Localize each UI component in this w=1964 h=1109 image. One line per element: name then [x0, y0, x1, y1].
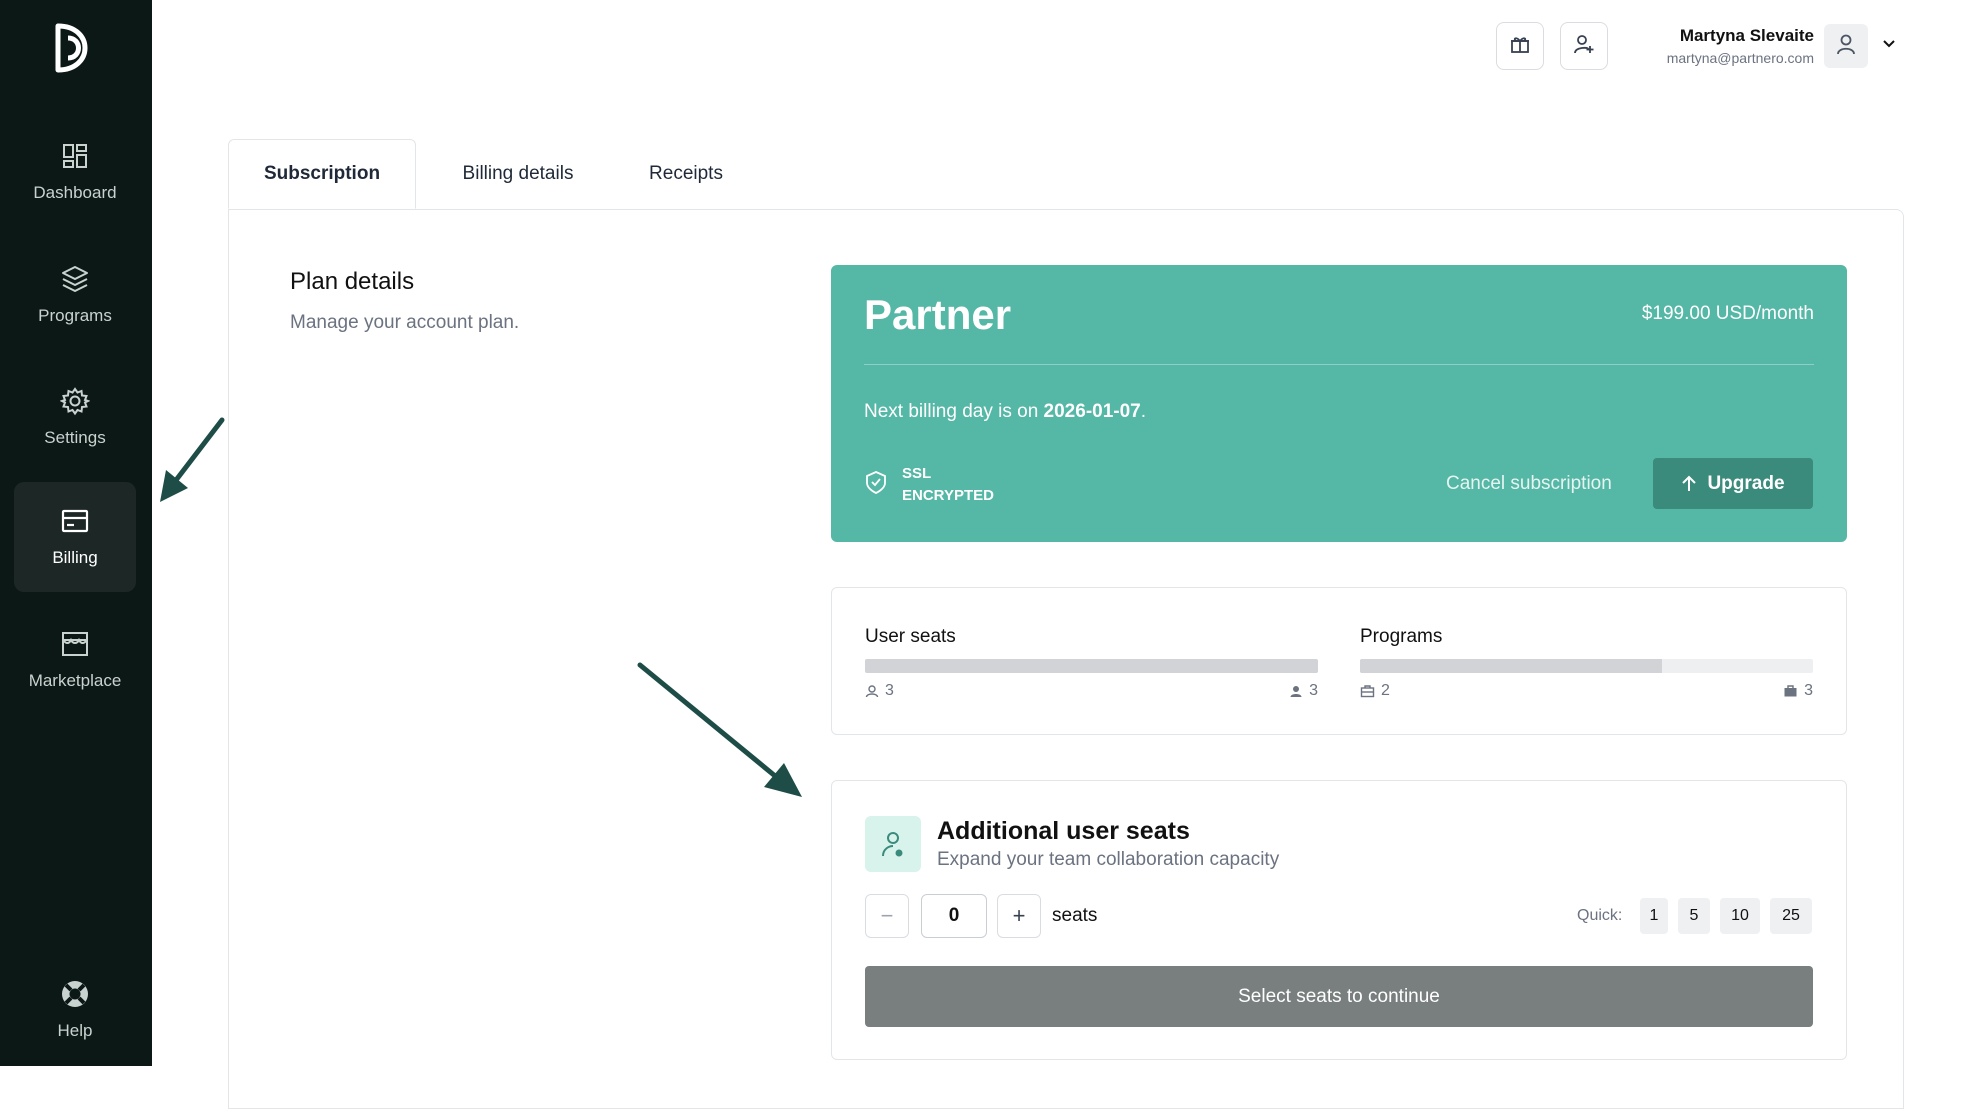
progress-bar — [865, 659, 1318, 673]
sidebar-item-programs[interactable]: Programs — [14, 240, 136, 350]
gift-button[interactable] — [1496, 22, 1544, 70]
store-icon — [60, 629, 90, 659]
chevron-down-icon[interactable] — [1882, 36, 1896, 54]
sidebar-item-label: Programs — [38, 306, 112, 325]
plan-price: $199.00 USD/month — [1641, 303, 1814, 324]
sidebar-item-label: Billing — [52, 548, 98, 567]
usage-label: Programs — [1360, 626, 1443, 647]
programs-usage: Programs 2 3 — [1360, 626, 1813, 700]
avatar[interactable] — [1824, 24, 1868, 68]
sidebar-item-label: Marketplace — [28, 671, 122, 690]
sidebar-item-label: Dashboard — [33, 183, 117, 202]
continue-button[interactable]: Select seats to continue — [865, 966, 1813, 1027]
card-subtitle: Expand your team collaboration capacity — [937, 849, 1280, 870]
progress-fill — [1360, 659, 1662, 673]
increment-button[interactable]: + — [997, 894, 1041, 938]
user-icon — [1836, 33, 1856, 60]
tab-receipts[interactable]: Receipts — [616, 139, 756, 209]
sidebar-item-help[interactable]: Help — [14, 955, 136, 1065]
billing-icon — [60, 506, 90, 536]
programs-used: 2 — [1381, 682, 1390, 699]
usage-card: User seats 3 3 Programs 2 3 — [831, 587, 1847, 735]
sidebar: Dashboard Programs Settings Billing Mark… — [0, 0, 152, 1066]
section-title: Plan details — [290, 268, 415, 295]
add-user-icon — [1573, 33, 1595, 60]
ssl-badge: SSL ENCRYPTED — [864, 463, 994, 507]
dashboard-icon — [60, 141, 90, 171]
user-icon — [865, 685, 879, 698]
ssl-label: SSL — [902, 465, 932, 482]
invite-user-button[interactable] — [1560, 22, 1608, 70]
section-subtitle: Manage your account plan. — [290, 312, 520, 333]
sidebar-item-label: Help — [57, 1021, 93, 1040]
plan-card: Partner $199.00 USD/month Next billing d… — [831, 265, 1847, 542]
plan-name: Partner — [864, 291, 1012, 338]
briefcase-icon — [1360, 685, 1375, 698]
usage-label: User seats — [865, 626, 956, 647]
tab-billing-details[interactable]: Billing details — [428, 139, 608, 209]
user-name: Martyna Slevaite — [1679, 26, 1814, 45]
ssl-label: ENCRYPTED — [902, 487, 994, 504]
seats-used: 3 — [885, 682, 894, 699]
card-title: Additional user seats — [937, 817, 1190, 845]
partnero-logo-icon[interactable] — [52, 20, 96, 76]
seats-total: 3 — [1309, 682, 1318, 699]
sidebar-item-label: Settings — [44, 428, 106, 447]
sidebar-item-billing[interactable]: Billing — [14, 482, 136, 592]
user-seat-icon — [865, 816, 921, 872]
annotation-arrow-icon — [160, 417, 225, 502]
shield-icon — [864, 470, 888, 501]
next-billing-text: Next billing day is on 2026-01-07. — [864, 401, 1147, 422]
progress-fill — [865, 659, 1318, 673]
tab-subscription[interactable]: Subscription — [228, 139, 416, 209]
seats-unit-label: seats — [1052, 905, 1098, 926]
divider — [864, 364, 1814, 365]
quick-option-10[interactable]: 10 — [1720, 898, 1760, 934]
quick-option-1[interactable]: 1 — [1640, 898, 1668, 934]
upgrade-label: Upgrade — [1707, 472, 1785, 494]
sidebar-item-dashboard[interactable]: Dashboard — [14, 117, 136, 227]
quick-option-5[interactable]: 5 — [1678, 898, 1710, 934]
next-billing-date: 2026-01-07 — [1043, 401, 1141, 422]
user-email: martyna@partnero.com — [1666, 50, 1814, 66]
sidebar-item-marketplace[interactable]: Marketplace — [14, 605, 136, 715]
programs-total: 3 — [1804, 682, 1813, 699]
progress-bar — [1360, 659, 1813, 673]
user-filled-icon — [1290, 686, 1302, 697]
decrement-button[interactable]: − — [865, 894, 909, 938]
cancel-subscription-link[interactable]: Cancel subscription — [1446, 473, 1612, 495]
arrow-up-icon — [1681, 475, 1697, 493]
sidebar-item-settings[interactable]: Settings — [14, 362, 136, 472]
user-seats-usage: User seats 3 3 — [865, 626, 1318, 700]
quick-option-25[interactable]: 25 — [1770, 898, 1812, 934]
gear-icon — [60, 386, 90, 416]
lifebuoy-icon — [60, 979, 90, 1009]
briefcase-filled-icon — [1784, 685, 1797, 697]
additional-seats-card: Additional user seats Expand your team c… — [831, 780, 1847, 1060]
seat-quantity-input[interactable] — [921, 894, 987, 938]
gift-icon — [1509, 33, 1531, 60]
quick-label: Quick: — [1577, 907, 1623, 924]
upgrade-button[interactable]: Upgrade — [1653, 458, 1813, 509]
annotation-arrow-icon — [637, 662, 802, 797]
layers-icon — [60, 264, 90, 294]
